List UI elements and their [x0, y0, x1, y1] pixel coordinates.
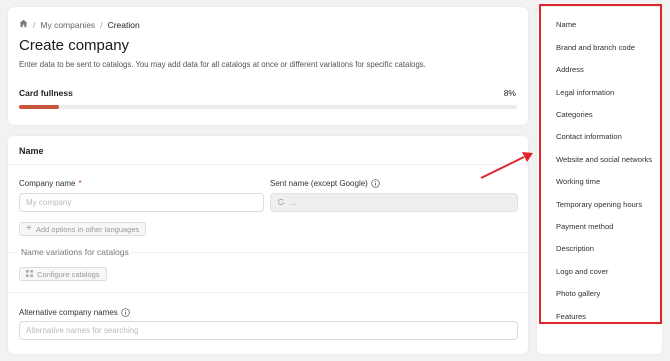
breadcrumb-separator: / — [100, 19, 103, 30]
section-divider — [8, 292, 528, 293]
sent-name-input: ... — [270, 193, 518, 212]
company-name-input[interactable]: My company — [19, 193, 264, 212]
alt-names-input[interactable]: Alternative names for searching — [19, 321, 518, 340]
company-name-placeholder: My company — [26, 198, 72, 207]
card-fullness-value: 8% — [503, 88, 516, 98]
plus-icon: + — [26, 223, 32, 234]
configure-catalogs-button[interactable]: Configure catalogs — [19, 267, 107, 281]
info-icon[interactable] — [371, 179, 380, 189]
card-fullness-label: Card fullness — [19, 88, 73, 98]
company-name-label: Company name * — [19, 179, 82, 188]
breadcrumb-current: Creation — [107, 19, 140, 30]
breadcrumb: / My companies / Creation — [19, 19, 140, 30]
card-fullness-progress-fill — [19, 105, 59, 109]
refresh-icon — [277, 198, 285, 208]
page-title: Create company — [19, 37, 130, 54]
add-languages-button[interactable]: + Add options in other languages — [19, 222, 147, 236]
home-icon[interactable] — [19, 19, 28, 30]
highlight-box — [539, 4, 662, 324]
company-name-label-text: Company name — [19, 179, 76, 188]
sent-name-label-text: Sent name (except Google) — [270, 179, 368, 189]
configure-catalogs-label: Configure catalogs — [37, 269, 100, 279]
required-mark: * — [78, 179, 82, 188]
sent-name-value: ... — [290, 198, 297, 207]
section-divider — [8, 164, 528, 165]
name-variations-label: Name variations for catalogs — [19, 247, 131, 257]
breadcrumb-separator: / — [33, 19, 36, 30]
add-languages-label: Add options in other languages — [35, 224, 140, 234]
grid-icon — [26, 269, 33, 279]
sent-name-label: Sent name (except Google) — [270, 179, 380, 188]
name-section-card: Name Company name * My company Sent name… — [8, 136, 528, 354]
alt-names-label: Alternative company names — [19, 308, 130, 317]
name-section-title: Name — [19, 146, 44, 156]
alt-names-placeholder: Alternative names for searching — [26, 326, 139, 335]
alt-names-label-text: Alternative company names — [19, 308, 118, 318]
card-fullness-progress — [19, 105, 517, 109]
header-card: / My companies / Creation Create company… — [8, 7, 528, 125]
breadcrumb-my-companies[interactable]: My companies — [40, 20, 95, 30]
page-subtitle: Enter data to be sent to catalogs. You m… — [19, 60, 426, 69]
info-icon[interactable] — [120, 308, 130, 318]
